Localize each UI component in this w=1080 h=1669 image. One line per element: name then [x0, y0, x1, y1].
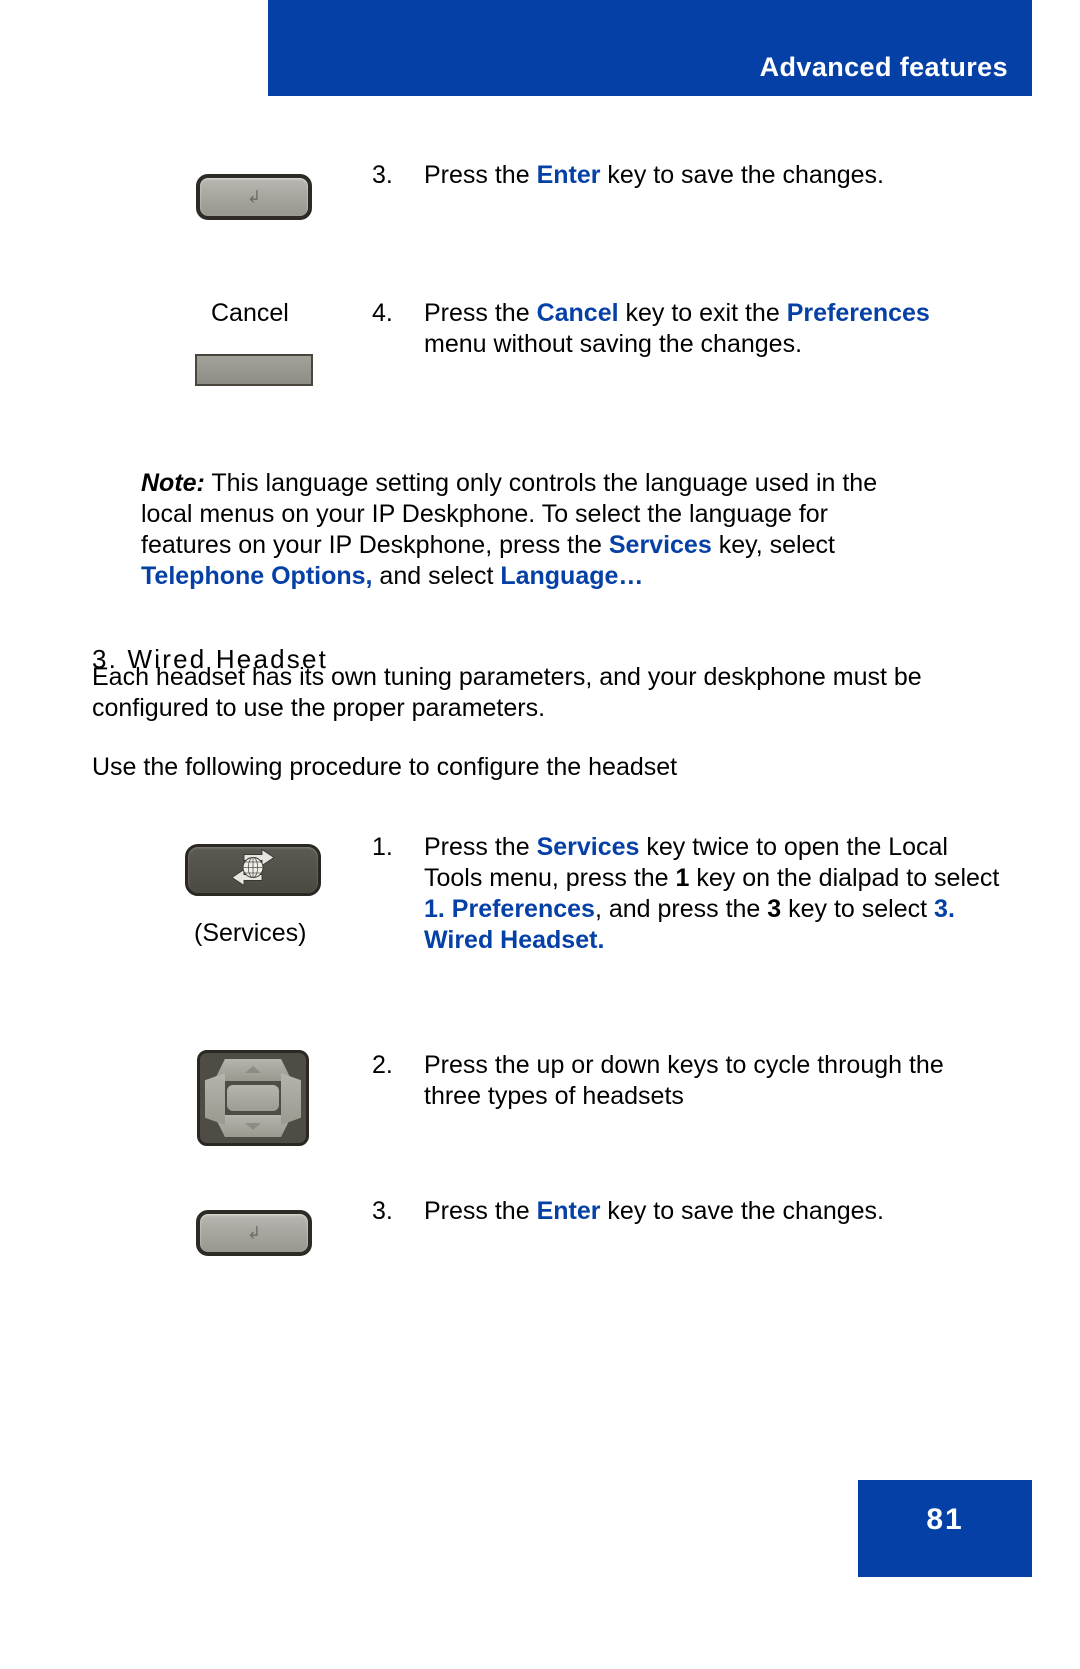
step-row: 2. Press the up or down keys to cycle th… — [92, 1050, 992, 1146]
services-key-icon — [185, 844, 321, 896]
step-artwork: ↲ — [92, 160, 372, 220]
enter-arrow-glyph: ↲ — [246, 1223, 262, 1243]
step-artwork — [92, 1050, 372, 1146]
step-text: 4. Press the Cancel key to exit the Pref… — [372, 298, 992, 360]
step-row: (Services) 1. Press the Services key twi… — [92, 832, 1012, 956]
step-number: 2. — [372, 1051, 393, 1079]
step-text: 3. Press the Enter key to save the chang… — [372, 1196, 992, 1227]
step-number: 1. — [372, 833, 393, 861]
enter-key-icon: ↲ — [196, 1210, 312, 1256]
page-title: Advanced features — [759, 52, 1008, 82]
footer-page-box: 81 — [858, 1480, 1032, 1577]
globe-arrows-glyph — [222, 848, 284, 892]
enter-key-icon: ↲ — [196, 174, 312, 220]
services-key-label: (Services) — [194, 919, 307, 947]
step-text: 1. Press the Services key twice to open … — [372, 832, 1012, 956]
cancel-key-label: Cancel — [211, 299, 289, 327]
step-row: Cancel 4. Press the Cancel key to exit t… — [92, 298, 992, 386]
step-text: 2. Press the up or down keys to cycle th… — [372, 1050, 992, 1112]
page-header-bar: Advanced features — [268, 0, 1032, 96]
step-number: 4. — [372, 299, 393, 327]
nav-down-arrow-icon — [245, 1123, 261, 1130]
navigation-key-icon — [197, 1050, 309, 1146]
page-number: 81 — [926, 1503, 964, 1536]
note-text: This language setting only controls the … — [141, 469, 878, 590]
step-text: 3. Press the Enter key to save the chang… — [372, 160, 992, 191]
note-block: Note: This language setting only control… — [141, 468, 901, 592]
enter-arrow-glyph: ↲ — [246, 187, 262, 207]
step-artwork: ↲ — [92, 1196, 372, 1256]
step-instruction: Press the Enter key to save the changes. — [424, 161, 884, 189]
nav-left-wedge — [205, 1073, 225, 1125]
step-instruction: Press the Enter key to save the changes. — [424, 1197, 884, 1225]
nav-center-button — [227, 1085, 279, 1111]
section-paragraph-1: Each headset has its own tuning paramete… — [92, 663, 922, 722]
step-instruction: Press the Cancel key to exit the Prefere… — [424, 299, 930, 358]
nav-right-wedge — [281, 1073, 301, 1125]
nav-up-arrow-icon — [245, 1066, 261, 1073]
step-number: 3. — [372, 1197, 393, 1225]
cancel-softkey-icon — [195, 354, 313, 386]
step-row: ↲ 3. Press the Enter key to save the cha… — [92, 1196, 992, 1256]
step-instruction: Press the Services key twice to open the… — [424, 833, 1000, 954]
step-number: 3. — [372, 161, 393, 189]
step-artwork: Cancel — [92, 298, 372, 386]
step-instruction: Press the up or down keys to cycle throu… — [424, 1051, 944, 1110]
step-row: ↲ 3. Press the Enter key to save the cha… — [92, 160, 992, 220]
section-paragraph-2: Use the following procedure to configure… — [92, 753, 678, 781]
step-artwork: (Services) — [92, 832, 372, 948]
note-label: Note: — [141, 469, 205, 497]
